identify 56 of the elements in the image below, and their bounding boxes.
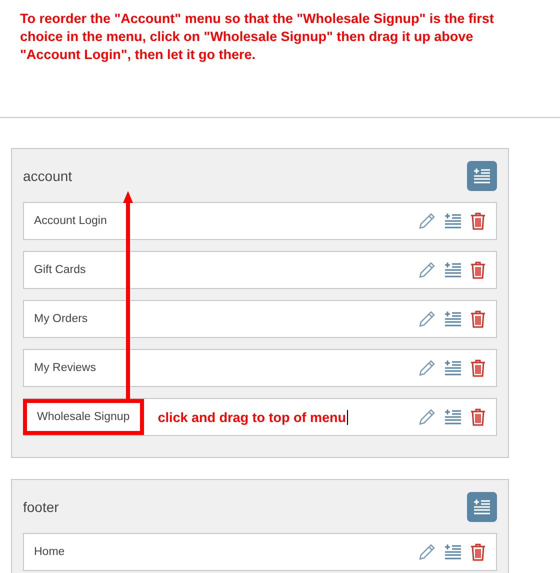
trash-icon: [470, 359, 486, 377]
menu-title: account: [23, 168, 72, 184]
trash-icon: [470, 261, 486, 279]
list-add-icon: [444, 213, 462, 229]
delete-button[interactable]: [470, 543, 486, 561]
delete-button[interactable]: [470, 212, 486, 230]
add-subitem-button[interactable]: [444, 544, 462, 560]
pencil-icon: [418, 359, 436, 377]
edit-button[interactable]: [418, 261, 436, 279]
list-add-icon: [473, 498, 491, 514]
add-subitem-button[interactable]: [444, 213, 462, 229]
annotation-text: click and drag to top of menu: [158, 410, 348, 424]
item-label: My Reviews: [33, 361, 97, 376]
trash-icon: [470, 408, 486, 426]
delete-button[interactable]: [470, 261, 486, 279]
add-item-button[interactable]: [467, 492, 497, 522]
item-label: Wholesale Signup: [23, 399, 144, 435]
menu-item[interactable]: Account Login: [23, 202, 497, 240]
menu-item[interactable]: Wholesale Signup click and drag to top of menu: [23, 398, 497, 436]
add-subitem-button[interactable]: [444, 409, 462, 425]
edit-button[interactable]: [418, 212, 436, 230]
delete-button[interactable]: [470, 408, 486, 426]
menu-title: footer: [23, 498, 59, 514]
delete-button[interactable]: [470, 359, 486, 377]
menu-item[interactable]: Gift Cards: [23, 251, 497, 289]
add-subitem-button[interactable]: [444, 360, 462, 376]
edit-button[interactable]: [418, 310, 436, 328]
menu-item[interactable]: My Orders: [23, 300, 497, 338]
instruction-text: To reorder the "Account" menu so that the "Wholesale Signup" is the first choice in the menu, click on "Wholesale Signup" then drag it up above "Account Login", then let it go there.: [20, 10, 495, 64]
list-add-icon: [473, 168, 491, 184]
list-add-icon: [444, 311, 462, 327]
item-label: Account Login: [33, 214, 108, 229]
edit-button[interactable]: [418, 359, 436, 377]
pencil-icon: [418, 261, 436, 279]
pencil-icon: [418, 212, 436, 230]
add-item-button[interactable]: [467, 160, 497, 190]
trash-icon: [470, 310, 486, 328]
pencil-icon: [418, 310, 436, 328]
item-label: My Orders: [33, 312, 89, 327]
pencil-icon: [418, 543, 436, 561]
menu-item[interactable]: Home: [23, 533, 497, 571]
edit-button[interactable]: [418, 408, 436, 426]
list-add-icon: [444, 262, 462, 278]
list-add-icon: [444, 409, 462, 425]
list-add-icon: [444, 544, 462, 560]
pencil-icon: [418, 408, 436, 426]
edit-button[interactable]: [418, 543, 436, 561]
add-subitem-button[interactable]: [444, 311, 462, 327]
menu-item[interactable]: My Reviews: [23, 349, 497, 387]
list-add-icon: [444, 360, 462, 376]
item-label: Home: [33, 545, 66, 560]
trash-icon: [470, 543, 486, 561]
trash-icon: [470, 212, 486, 230]
add-subitem-button[interactable]: [444, 262, 462, 278]
item-label: Gift Cards: [33, 263, 87, 278]
delete-button[interactable]: [470, 310, 486, 328]
